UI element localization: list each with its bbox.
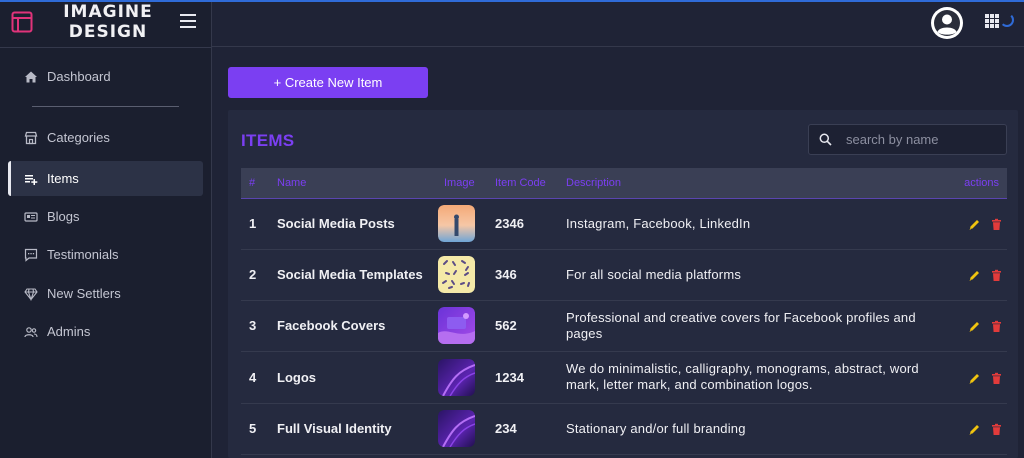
- item-description: Professional and creative covers for Fac…: [566, 309, 916, 341]
- column-header-description: Description: [558, 168, 956, 199]
- loading-spinner-icon: [1000, 13, 1014, 27]
- panel-title: ITEMS: [241, 131, 295, 150]
- edit-pencil-icon[interactable]: [968, 218, 981, 231]
- item-name: Logos: [277, 369, 316, 385]
- diamond-icon: [24, 287, 38, 301]
- row-number: 3: [249, 318, 257, 333]
- edit-pencil-icon[interactable]: [968, 320, 981, 333]
- search-box[interactable]: [808, 124, 1007, 155]
- item-thumbnail: [438, 307, 475, 344]
- home-icon: [24, 70, 38, 84]
- sidebar-item-admins[interactable]: Admins: [8, 314, 203, 349]
- search-icon: [819, 133, 832, 146]
- sidebar-item-label: Admins: [47, 324, 91, 339]
- sidebar-item-label: Blogs: [47, 209, 80, 224]
- sidebar-item-label: New Settlers: [47, 286, 121, 301]
- item-description: Instagram, Facebook, LinkedIn: [566, 215, 751, 231]
- column-header-item-code[interactable]: Item Code: [487, 168, 558, 199]
- edit-pencil-icon[interactable]: [968, 423, 981, 436]
- brand-name: IMAGINE DESIGN: [55, 2, 161, 42]
- users-icon: [24, 325, 38, 339]
- brand-name-line1: IMAGINE: [63, 2, 153, 22]
- item-code: 234: [495, 421, 517, 436]
- sidebar-item-items[interactable]: Items: [8, 161, 203, 196]
- delete-trash-icon[interactable]: [990, 320, 1003, 333]
- row-number: 2: [249, 267, 257, 282]
- brand-name-line2: DESIGN: [68, 22, 148, 42]
- item-name: Social Media Posts: [277, 216, 395, 231]
- brand-header: IMAGINE DESIGN: [0, 2, 211, 48]
- column-header-image: Image: [436, 168, 487, 199]
- item-name: Social Media Templates: [277, 267, 423, 282]
- delete-trash-icon[interactable]: [990, 218, 1003, 231]
- item-name: Full Visual Identity: [277, 421, 392, 436]
- items-panel: ITEMS # Name Image Item Code Description…: [228, 110, 1018, 458]
- store-icon: [24, 131, 38, 145]
- delete-trash-icon[interactable]: [990, 269, 1003, 282]
- item-thumbnail: [438, 205, 475, 242]
- delete-trash-icon[interactable]: [990, 423, 1003, 436]
- table-row: 2 Social Media Templates 346 For all soc…: [241, 249, 1007, 300]
- table-header-row: # Name Image Item Code Description actio…: [241, 168, 1007, 199]
- delete-trash-icon[interactable]: [990, 372, 1003, 385]
- blog-card-icon: [24, 210, 38, 224]
- sidebar-item-label: Dashboard: [47, 69, 111, 84]
- table-row: 1 Social Media Posts 2346 Instagram, Fac…: [241, 198, 1007, 249]
- user-avatar-icon[interactable]: [931, 7, 963, 39]
- item-code: 346: [495, 267, 517, 282]
- item-description: Stationary and/or full branding: [566, 420, 746, 436]
- hamburger-icon[interactable]: [180, 14, 196, 28]
- column-header-actions: actions: [955, 168, 1007, 199]
- table-row: 5 Full Visual Identity 234 Stationary an…: [241, 403, 1007, 454]
- search-input[interactable]: [846, 132, 996, 147]
- comment-icon: [24, 248, 38, 262]
- column-header-name[interactable]: Name: [269, 168, 436, 199]
- sidebar-item-label: Items: [47, 171, 79, 186]
- edit-pencil-icon[interactable]: [968, 372, 981, 385]
- sidebar-item-categories[interactable]: Categories: [8, 120, 203, 155]
- sidebar-item-new-settlers[interactable]: New Settlers: [8, 276, 203, 311]
- top-header: [212, 2, 1024, 47]
- item-thumbnail: [438, 256, 475, 293]
- item-thumbnail: [438, 410, 475, 447]
- playlist-add-icon: [24, 172, 38, 186]
- item-name: Facebook Covers: [277, 318, 386, 333]
- item-code: 2346: [495, 216, 524, 231]
- table-row: 3 Facebook Covers 562 Professional and c…: [241, 300, 1007, 351]
- grid-apps-icon[interactable]: [985, 14, 999, 28]
- row-number: 5: [249, 421, 257, 436]
- sidebar-item-label: Testimonials: [47, 247, 119, 262]
- sidebar-item-testimonials[interactable]: Testimonials: [8, 237, 203, 272]
- table-row: 4 Logos 1234 We do minimalistic, calligr…: [241, 351, 1007, 403]
- column-header-number[interactable]: #: [241, 168, 269, 199]
- edit-pencil-icon[interactable]: [968, 269, 981, 282]
- item-thumbnail: [438, 358, 475, 396]
- sidebar-item-dashboard[interactable]: Dashboard: [8, 59, 203, 94]
- sidebar-item-label: Categories: [47, 130, 110, 145]
- item-description: We do minimalistic, calligraphy, monogra…: [566, 361, 919, 392]
- row-number: 1: [249, 216, 257, 231]
- row-number: 4: [249, 369, 257, 385]
- items-table: # Name Image Item Code Description actio…: [241, 168, 1007, 455]
- sidebar: IMAGINE DESIGN Dashboard Categories Item…: [0, 2, 212, 458]
- sidebar-item-blogs[interactable]: Blogs: [8, 199, 203, 234]
- item-description: For all social media platforms: [566, 266, 742, 282]
- item-code: 562: [495, 318, 517, 333]
- create-new-item-button[interactable]: + Create New Item: [228, 67, 428, 98]
- sidebar-divider: [32, 106, 179, 107]
- layout-icon[interactable]: [11, 11, 33, 33]
- item-code: 1234: [495, 369, 524, 385]
